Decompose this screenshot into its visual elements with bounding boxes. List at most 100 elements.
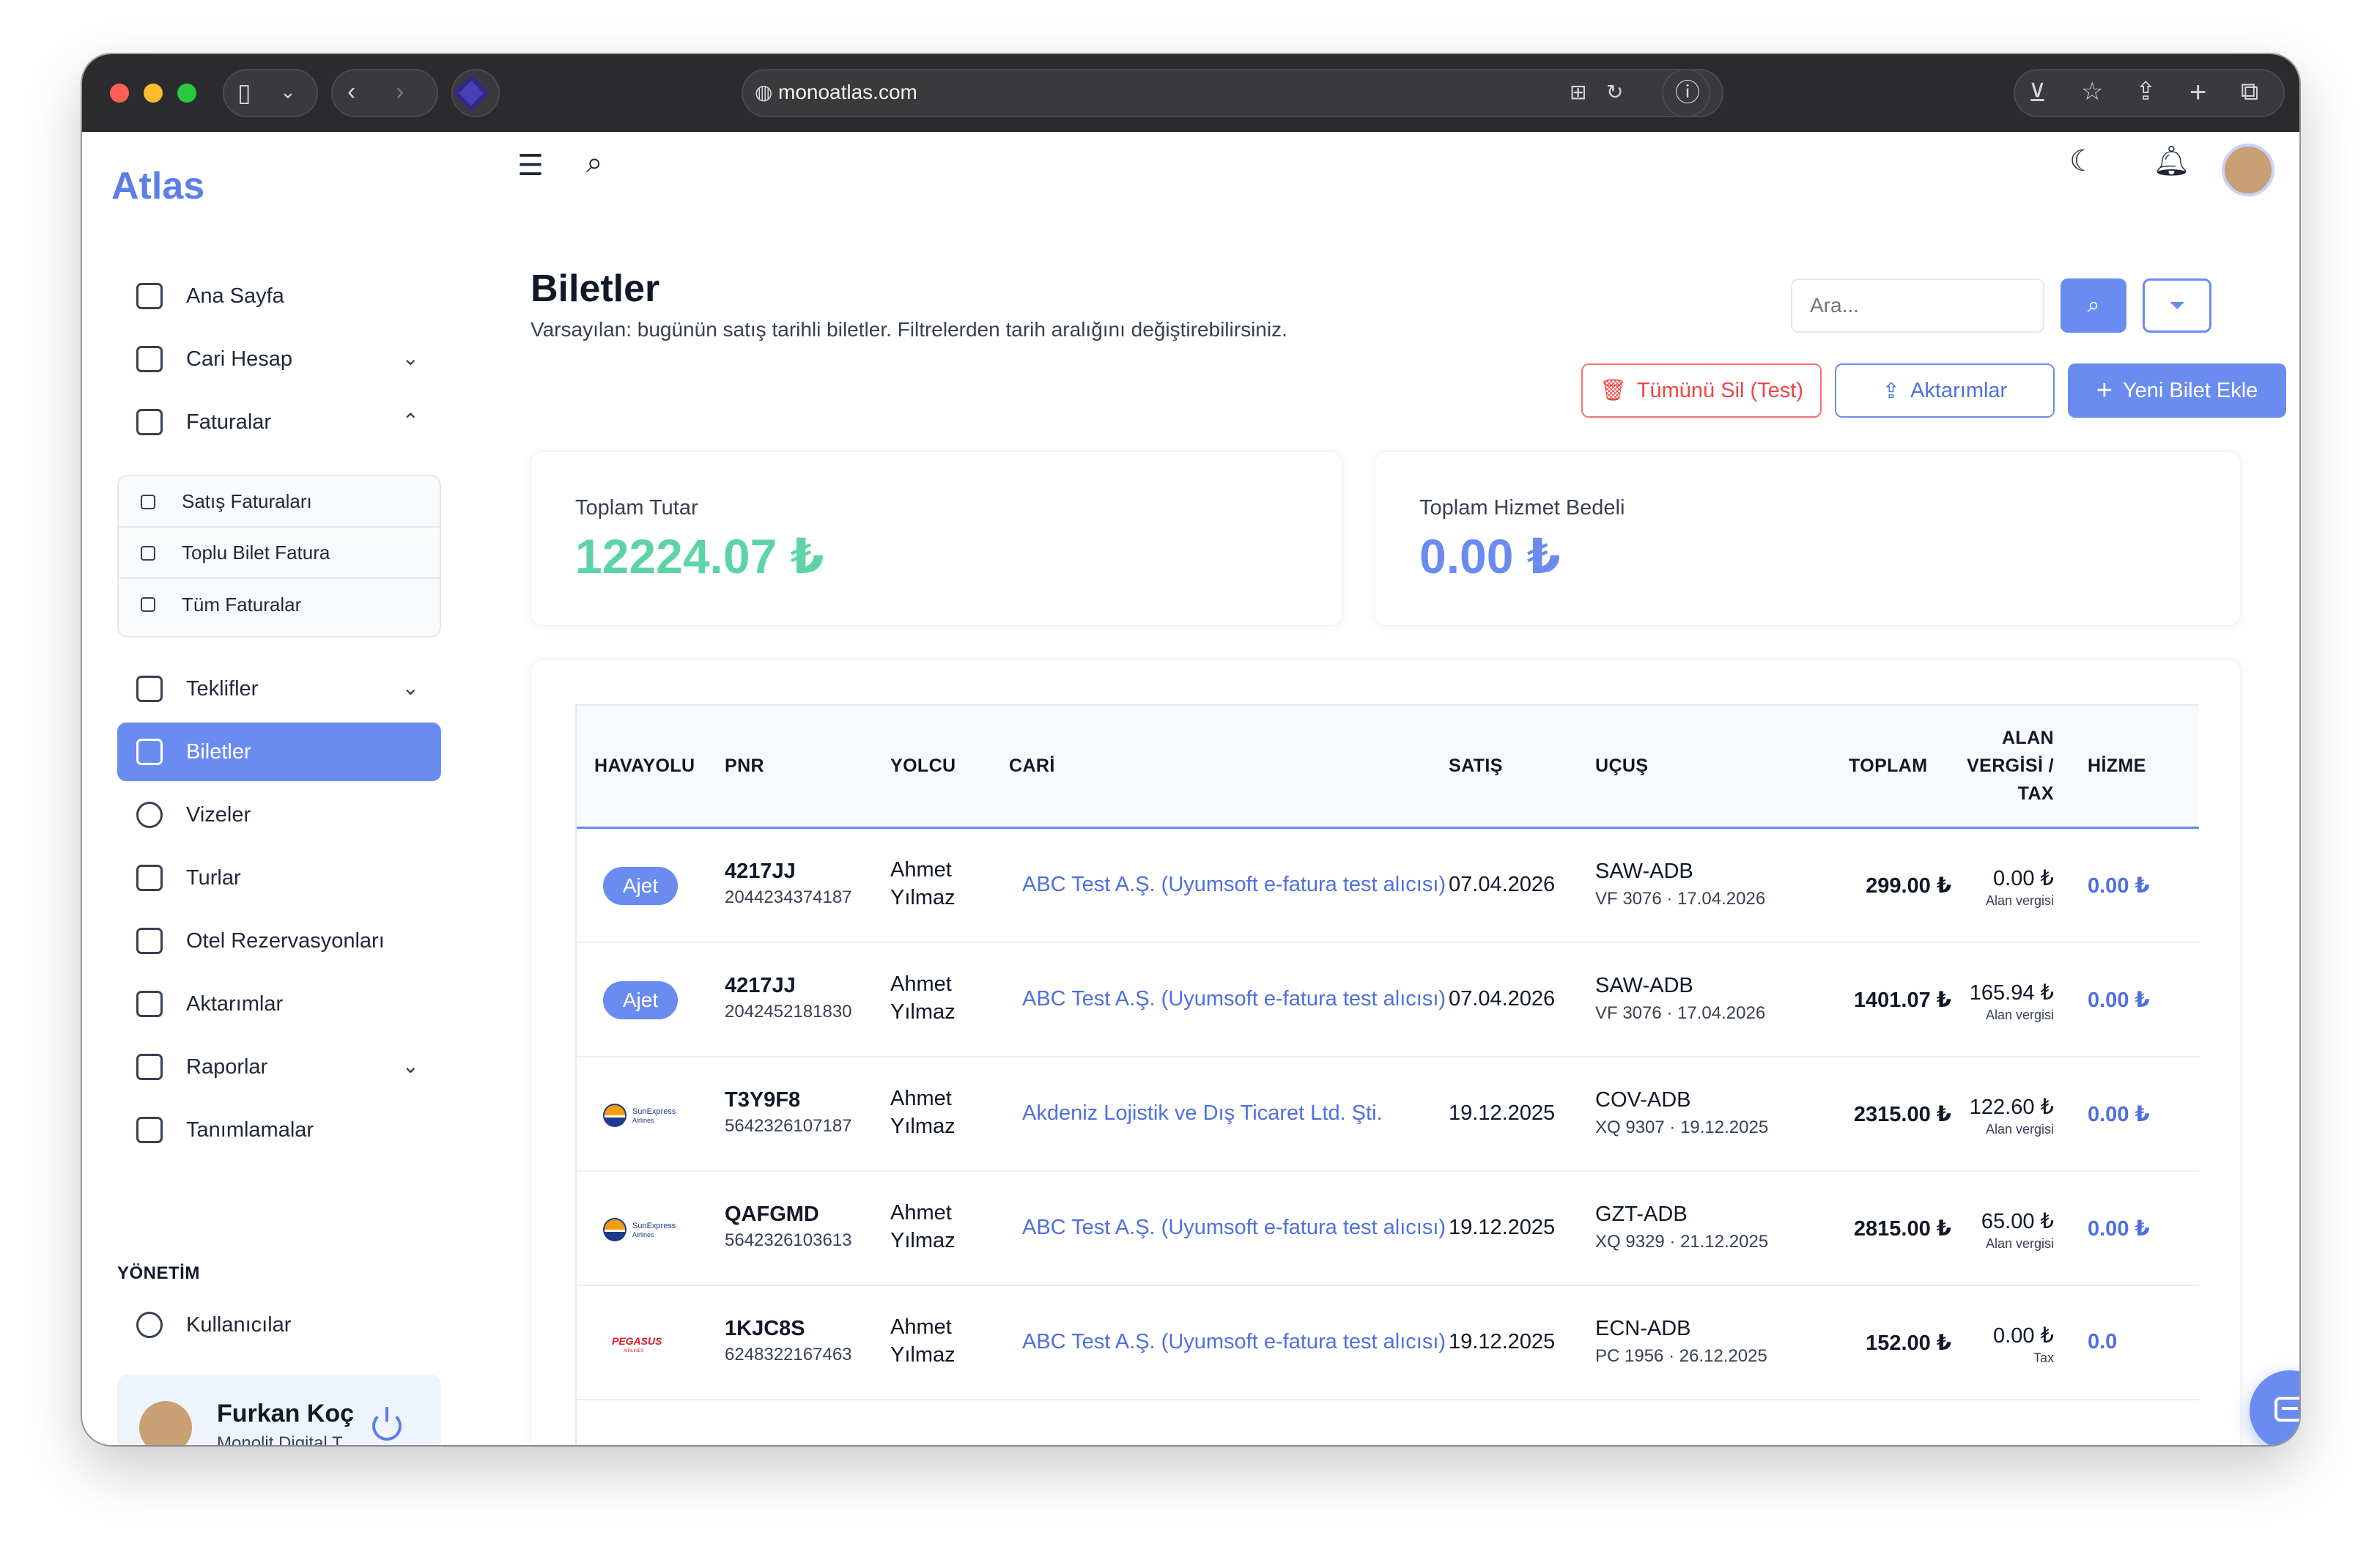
service-fee: 0.00 ₺	[2088, 874, 2150, 898]
submenu-item-tum-faturalar[interactable]: Tüm Faturalar	[119, 579, 440, 630]
app-logo[interactable]: Atlas	[111, 164, 204, 208]
faturalar-submenu: Satış Faturaları Toplu Bilet Fatura Tüm …	[117, 475, 441, 638]
close-window-button[interactable]	[110, 84, 129, 103]
table-row[interactable]: SunExpress Airlines T3Y9F8 5642326107187…	[577, 1057, 2199, 1172]
pnr-code: 4217JJ	[725, 974, 796, 997]
header-toplam[interactable]: TOPLAM	[1849, 756, 1928, 777]
total-amount-card: Toplam Tutar 12224.07 ₺	[531, 451, 1342, 626]
passenger-last-name: Yılmaz	[890, 886, 956, 909]
cari-link[interactable]: Akdeniz Lojistik ve Dış Ticaret Ltd. Şti…	[1022, 1101, 1383, 1126]
passenger-first-name: Ahmet	[890, 1201, 952, 1225]
chat-button[interactable]	[2250, 1370, 2299, 1445]
submenu-item-satis-faturalari[interactable]: Satış Faturaları	[119, 476, 440, 528]
tax-amount: 65.00 ₺	[1981, 1210, 2054, 1233]
header-yolcu[interactable]: YOLCU	[890, 756, 956, 777]
tax-amount: 0.00 ₺	[1993, 867, 2054, 890]
avatar[interactable]	[2222, 144, 2274, 196]
sidebar-item-faturalar[interactable]: Faturalar ⌃	[117, 393, 441, 451]
sidebar-toggle-icon[interactable]: ▯	[237, 81, 251, 106]
cari-link[interactable]: ABC Test A.Ş. (Uyumsoft e-fatura test al…	[1022, 1216, 1446, 1240]
search-input[interactable]	[1791, 278, 2044, 333]
sunexpress-logo: SunExpress Airlines	[603, 1218, 676, 1241]
forward-arrow-icon[interactable]: ›	[396, 79, 404, 104]
sidebar-item-raporlar[interactable]: Raporlar ⌄	[117, 1038, 441, 1096]
header-alan-2[interactable]: VERGİSİ /	[1954, 756, 2054, 777]
passenger-first-name: Ahmet	[890, 1087, 952, 1110]
logout-power-icon[interactable]	[372, 1407, 402, 1441]
sidebar-item-kullanicilar[interactable]: Kullanıcılar	[117, 1296, 441, 1354]
hamburger-menu-icon[interactable]: ☰	[517, 151, 544, 180]
share-icon[interactable]: ⇪	[2135, 79, 2157, 104]
add-ticket-button[interactable]: + Yeni Bilet Ekle	[2068, 363, 2286, 418]
tax-amount: 122.60 ₺	[1969, 1096, 2054, 1119]
tickets-table: HAVAYOLU PNR YOLCU CARİ SATIŞ UÇUŞ TOPLA…	[575, 704, 2199, 1445]
header-pnr[interactable]: PNR	[725, 756, 764, 777]
url-text[interactable]: monoatlas.com	[778, 81, 917, 104]
sidebar-item-ana-sayfa[interactable]: Ana Sayfa	[117, 267, 441, 325]
sidebar-item-teklifler[interactable]: Teklifler ⌄	[117, 660, 441, 718]
cari-link[interactable]: ABC Test A.Ş. (Uyumsoft e-fatura test al…	[1022, 1330, 1446, 1354]
header-satis[interactable]: SATIŞ	[1449, 756, 1503, 777]
service-fee: 0.00 ₺	[2088, 1217, 2150, 1241]
tickets-table-card: HAVAYOLU PNR YOLCU CARİ SATIŞ UÇUŞ TOPLA…	[531, 660, 2241, 1445]
new-tab-icon[interactable]: +	[2189, 78, 2206, 107]
total-amount: 299.00 ₺	[1866, 874, 1951, 898]
browser-window: ▯ ⌄ ‹ › ◍ monoatlas.com ⊞ ↻ ⓘ ⊻ ☆ ⇪ + ⧉ …	[82, 54, 2299, 1445]
table-row[interactable]: Ajet 4217JJ 2044234374187 Ahmet Yılmaz A…	[577, 829, 2199, 943]
building-icon	[136, 928, 163, 954]
tabs-overview-icon[interactable]: ⧉	[2241, 79, 2258, 104]
sidebar-item-tanimlamalar[interactable]: Tanımlamalar	[117, 1101, 441, 1159]
chevron-down-icon[interactable]: ⌄	[280, 82, 296, 101]
translate-icon[interactable]: ⊞	[1570, 82, 1586, 103]
reload-icon[interactable]: ↻	[1606, 82, 1623, 103]
search-button[interactable]: ⌕	[2061, 278, 2126, 333]
sidebar-item-aktarimlar[interactable]: Aktarımlar	[117, 975, 441, 1033]
sale-date: 19.12.2025	[1449, 1216, 1556, 1239]
flight-info: VF 3076 · 17.04.2026	[1595, 1003, 1766, 1023]
airline-name: SunExpress	[632, 1222, 676, 1230]
header-hizmet[interactable]: HİZME	[2088, 756, 2146, 777]
globe-icon	[136, 802, 163, 828]
minimize-window-button[interactable]	[144, 84, 163, 103]
airline-badge: Ajet	[603, 981, 678, 1019]
documents-icon	[141, 597, 155, 612]
search-icon[interactable]: ⌕	[586, 148, 602, 177]
total-amount-label: Toplam Tutar	[575, 496, 698, 520]
bell-icon[interactable]: 🔔︎	[2153, 147, 2190, 176]
table-row[interactable]: PEGASUS AIRLINES 1KJC8S 6248322167463 Ah…	[577, 1286, 2199, 1400]
download-icon[interactable]: ⊻	[2028, 81, 2047, 106]
ticket-number: 2042452181830	[725, 1002, 852, 1022]
star-icon[interactable]: ☆	[2081, 79, 2103, 104]
user-name: Furkan Koç	[217, 1400, 355, 1427]
back-arrow-icon[interactable]: ‹	[347, 79, 355, 104]
table-row[interactable]: SunExpress Airlines QAFGMD 5642326103613…	[577, 1172, 2199, 1286]
plus-icon: +	[2096, 374, 2113, 406]
airline-sub: Airlines	[632, 1231, 654, 1238]
upload-icon: ⇪	[1882, 379, 1901, 403]
sidebar-item-turlar[interactable]: Turlar	[117, 849, 441, 907]
header-ucus[interactable]: UÇUŞ	[1595, 756, 1648, 777]
filter-button[interactable]: ⏷	[2143, 278, 2211, 333]
header-alan-1[interactable]: ALAN	[1954, 728, 2054, 749]
delete-all-button[interactable]: 🗑︎ Tümünü Sil (Test)	[1581, 363, 1822, 418]
header-cari[interactable]: CARİ	[1009, 756, 1055, 777]
pegasus-logo: PEGASUS AIRLINES	[612, 1335, 662, 1353]
sidebar-item-biletler[interactable]: Biletler	[117, 723, 441, 781]
info-icon[interactable]: ⓘ	[1675, 81, 1700, 106]
transfers-button[interactable]: ⇪ Aktarımlar	[1835, 363, 2055, 418]
passenger-first-name: Ahmet	[890, 972, 952, 996]
airline-name: PEGASUS	[612, 1335, 662, 1347]
moon-icon[interactable]: ☾	[2069, 147, 2096, 176]
add-ticket-label: Yeni Bilet Ekle	[2122, 378, 2258, 402]
header-alan-3[interactable]: TAX	[1954, 783, 2054, 805]
header-havayolu[interactable]: HAVAYOLU	[594, 756, 695, 777]
sale-date: 19.12.2025	[1449, 1330, 1556, 1353]
submenu-item-toplu-bilet-fatura[interactable]: Toplu Bilet Fatura	[119, 528, 440, 579]
zoom-window-button[interactable]	[177, 84, 196, 103]
sidebar-item-otel-rezervasyonlari[interactable]: Otel Rezervasyonları	[117, 912, 441, 970]
sidebar-item-cari-hesap[interactable]: Cari Hesap ⌄	[117, 330, 441, 388]
table-row[interactable]: Ajet 4217JJ 2042452181830 Ahmet Yılmaz A…	[577, 943, 2199, 1057]
cari-link[interactable]: ABC Test A.Ş. (Uyumsoft e-fatura test al…	[1022, 987, 1446, 1011]
cari-link[interactable]: ABC Test A.Ş. (Uyumsoft e-fatura test al…	[1022, 873, 1446, 897]
sidebar-item-vizeler[interactable]: Vizeler	[117, 786, 441, 844]
